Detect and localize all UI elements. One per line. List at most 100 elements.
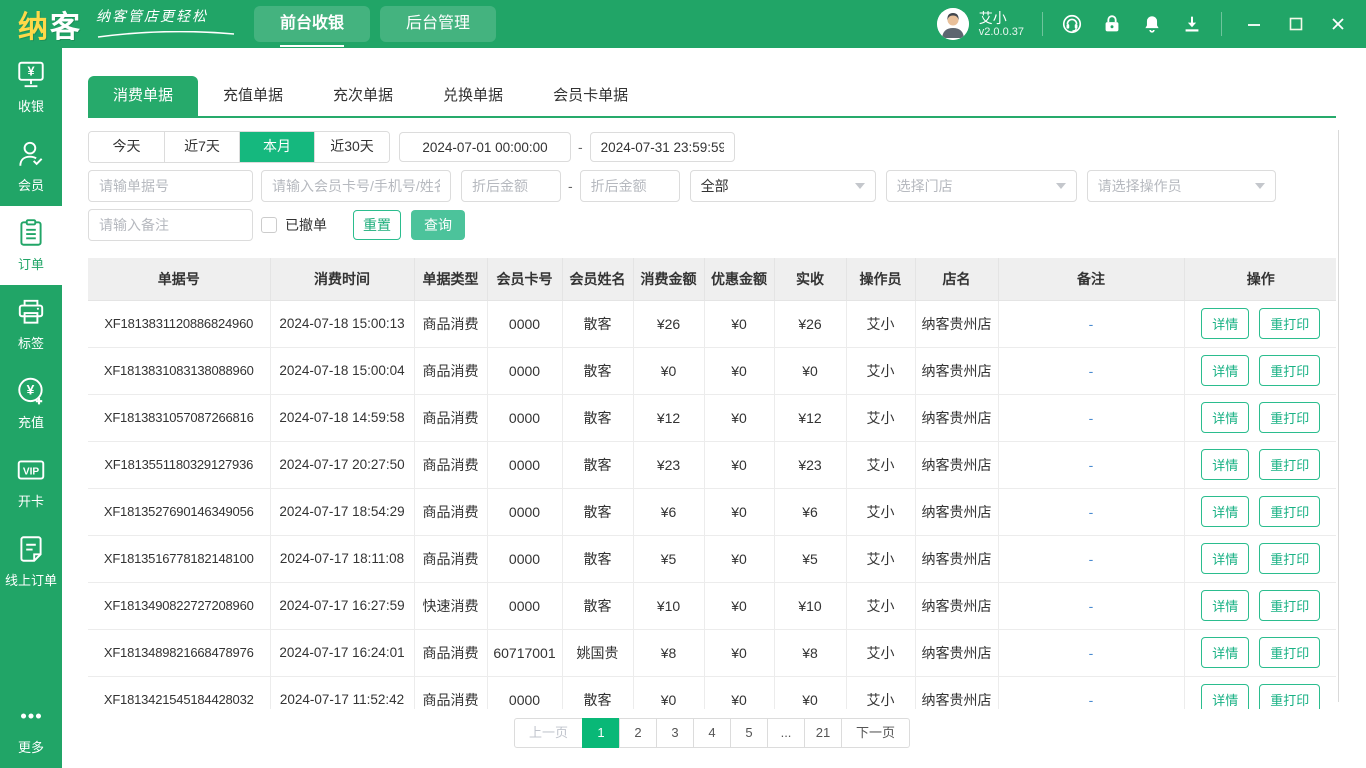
page-button-...[interactable]: ...: [767, 718, 805, 748]
operator-select[interactable]: 请选择操作员: [1087, 170, 1276, 202]
doc-tab-充次单据[interactable]: 充次单据: [308, 76, 418, 116]
actions-cell: 详情重打印: [1184, 676, 1336, 709]
lock-icon[interactable]: [1101, 13, 1123, 35]
page-button-下一页[interactable]: 下一页: [841, 718, 910, 748]
chevron-down-icon: [855, 183, 865, 189]
orders-table: 单据号消费时间单据类型会员卡号会员姓名消费金额优惠金额实收操作员店名备注操作 X…: [88, 258, 1336, 709]
column-header: 会员姓名: [562, 258, 633, 300]
amount-max-input[interactable]: [580, 170, 680, 202]
nav-tab-front-cashier[interactable]: 前台收银: [254, 6, 370, 42]
revoked-checkbox-wrap[interactable]: 已撤单: [261, 215, 327, 235]
vertical-scrollbar[interactable]: [1338, 130, 1339, 702]
bell-icon[interactable]: [1141, 13, 1163, 35]
table-cell: ¥6: [774, 488, 846, 535]
order-icon: [15, 217, 47, 249]
table-cell: 0000: [487, 394, 562, 441]
table-cell: 0000: [487, 300, 562, 347]
table-row: XF18134908227272089602024-07-17 16:27:59…: [88, 582, 1336, 629]
app-logo: 纳客: [18, 2, 82, 46]
table-cell: XF1813551180329127936: [88, 441, 270, 488]
detail-button[interactable]: 详情: [1201, 543, 1249, 574]
quick-range-今天[interactable]: 今天: [89, 132, 164, 162]
download-icon[interactable]: [1181, 13, 1203, 35]
page-button-3[interactable]: 3: [656, 718, 694, 748]
reprint-button[interactable]: 重打印: [1259, 543, 1320, 574]
table-cell: XF1813831057087266816: [88, 394, 270, 441]
reprint-button[interactable]: 重打印: [1259, 402, 1320, 433]
sidebar-item-members[interactable]: 会员: [0, 127, 62, 206]
reprint-button[interactable]: 重打印: [1259, 496, 1320, 527]
sidebar-item-more[interactable]: 更多: [0, 689, 62, 768]
maximize-icon[interactable]: [1288, 16, 1304, 32]
sidebar-item-open-card[interactable]: VIP 开卡: [0, 443, 62, 522]
remark-input[interactable]: [88, 209, 253, 241]
doc-tab-消费单据[interactable]: 消费单据: [88, 76, 198, 116]
table-row: XF18138311208868249602024-07-18 15:00:13…: [88, 300, 1336, 347]
support-icon[interactable]: [1061, 13, 1083, 35]
table-cell: -: [998, 629, 1184, 676]
query-button[interactable]: 查询: [411, 210, 465, 240]
revoked-checkbox[interactable]: [261, 217, 277, 233]
reprint-button[interactable]: 重打印: [1259, 355, 1320, 386]
detail-button[interactable]: 详情: [1201, 402, 1249, 433]
store-select[interactable]: 选择门店: [886, 170, 1077, 202]
detail-button[interactable]: 详情: [1201, 590, 1249, 621]
table-cell: 2024-07-18 15:00:13: [270, 300, 414, 347]
sidebar-item-online-orders[interactable]: 线上订单: [0, 522, 62, 601]
table-row: XF18134215451844280322024-07-17 11:52:42…: [88, 676, 1336, 709]
doc-tab-充值单据[interactable]: 充值单据: [198, 76, 308, 116]
remark-value: -: [1089, 598, 1094, 614]
table-cell: 商品消费: [414, 535, 487, 582]
table-cell: ¥0: [704, 582, 774, 629]
reset-button[interactable]: 重置: [353, 210, 401, 240]
quick-range-本月[interactable]: 本月: [239, 132, 314, 162]
member-search-input[interactable]: [261, 170, 451, 202]
order-no-input[interactable]: [88, 170, 253, 202]
page-button-1[interactable]: 1: [582, 718, 620, 748]
minimize-icon[interactable]: [1246, 16, 1262, 32]
reprint-button[interactable]: 重打印: [1259, 684, 1320, 709]
page-button-21[interactable]: 21: [804, 718, 842, 748]
order-type-select[interactable]: 全部: [690, 170, 876, 202]
page-button-上一页[interactable]: 上一页: [514, 718, 583, 748]
close-icon[interactable]: [1330, 16, 1346, 32]
date-from-input[interactable]: [399, 132, 571, 162]
reprint-button[interactable]: 重打印: [1259, 449, 1320, 480]
doc-tab-兑换单据[interactable]: 兑换单据: [418, 76, 528, 116]
table-cell: XF1813831120886824960: [88, 300, 270, 347]
quick-range-近30天[interactable]: 近30天: [314, 132, 389, 162]
table-cell: -: [998, 582, 1184, 629]
page-button-4[interactable]: 4: [693, 718, 731, 748]
quick-range-近7天[interactable]: 近7天: [164, 132, 239, 162]
detail-button[interactable]: 详情: [1201, 449, 1249, 480]
sidebar-item-recharge[interactable]: ¥ 充值: [0, 364, 62, 443]
reprint-button[interactable]: 重打印: [1259, 308, 1320, 339]
table-cell: 纳客贵州店: [915, 582, 998, 629]
table-cell: ¥0: [704, 394, 774, 441]
table-cell: ¥0: [704, 676, 774, 709]
app-slogan: 纳客管店更轻松: [96, 6, 236, 44]
chevron-down-icon: [1056, 183, 1066, 189]
detail-button[interactable]: 详情: [1201, 355, 1249, 386]
sidebar-item-orders[interactable]: 订单: [0, 206, 62, 285]
amount-min-input[interactable]: [461, 170, 561, 202]
table-cell: ¥23: [774, 441, 846, 488]
detail-button[interactable]: 详情: [1201, 684, 1249, 709]
reprint-button[interactable]: 重打印: [1259, 590, 1320, 621]
page-button-5[interactable]: 5: [730, 718, 768, 748]
reprint-button[interactable]: 重打印: [1259, 637, 1320, 668]
date-to-input[interactable]: [590, 132, 735, 162]
detail-button[interactable]: 详情: [1201, 496, 1249, 527]
nav-tab-backend-admin[interactable]: 后台管理: [380, 6, 496, 42]
doc-tab-会员卡单据[interactable]: 会员卡单据: [528, 76, 653, 116]
actions-cell: 详情重打印: [1184, 441, 1336, 488]
table-cell: -: [998, 441, 1184, 488]
detail-button[interactable]: 详情: [1201, 308, 1249, 339]
sidebar-item-labels[interactable]: 标签: [0, 285, 62, 364]
page-button-2[interactable]: 2: [619, 718, 657, 748]
divider: [1042, 12, 1043, 36]
sidebar-item-cashier[interactable]: ¥ 收银: [0, 48, 62, 127]
detail-button[interactable]: 详情: [1201, 637, 1249, 668]
user-avatar[interactable]: [937, 8, 969, 40]
table-cell: 艾小: [846, 441, 915, 488]
